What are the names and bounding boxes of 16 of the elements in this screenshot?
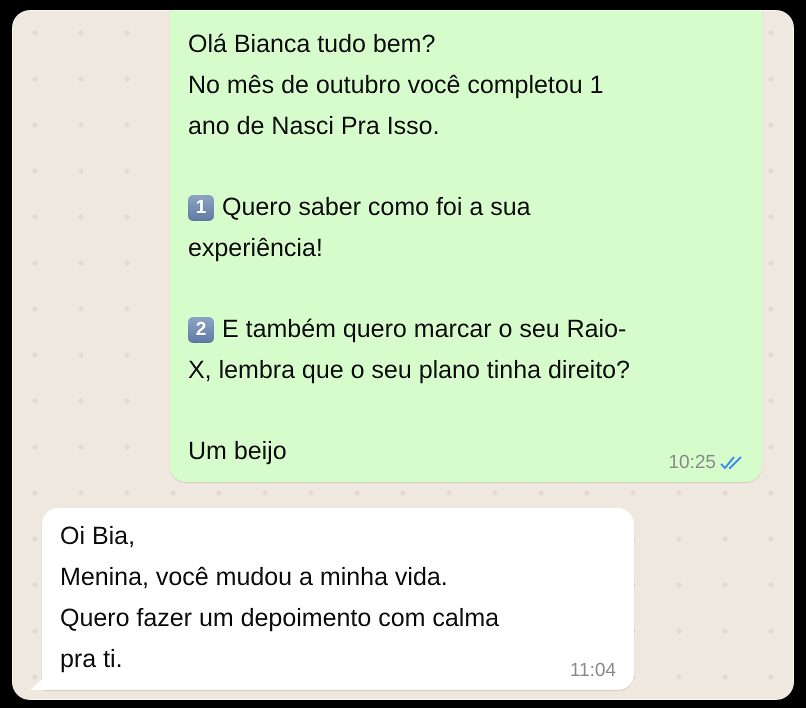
message-text: experiência! — [188, 233, 324, 264]
message-text: Quero saber como foi a sua — [222, 192, 530, 223]
message-text: Menina, você mudou a minha vida. — [60, 562, 449, 593]
message-text: Oi Bia, — [60, 521, 136, 552]
message-time: 10:25 — [668, 452, 716, 474]
message-text: X, lembra que o seu plano tinha direito? — [188, 355, 631, 386]
message-time: 11:04 — [570, 660, 616, 682]
message-text: Olá Bianca tudo bem? — [188, 29, 436, 60]
message-text: E também quero marcar o seu Raio- — [222, 314, 626, 345]
message-text: Um beijo — [188, 436, 287, 467]
message-text: pra ti. — [60, 644, 123, 675]
message-text: No mês de outubro você completou 1 — [188, 70, 605, 101]
message-text: ano de Nasci Pra Isso. — [188, 111, 441, 142]
message-text: Quero fazer um depoimento com calma — [60, 603, 500, 634]
number-keycap: 2 — [188, 316, 214, 342]
number-keycap: 1 — [188, 194, 214, 220]
